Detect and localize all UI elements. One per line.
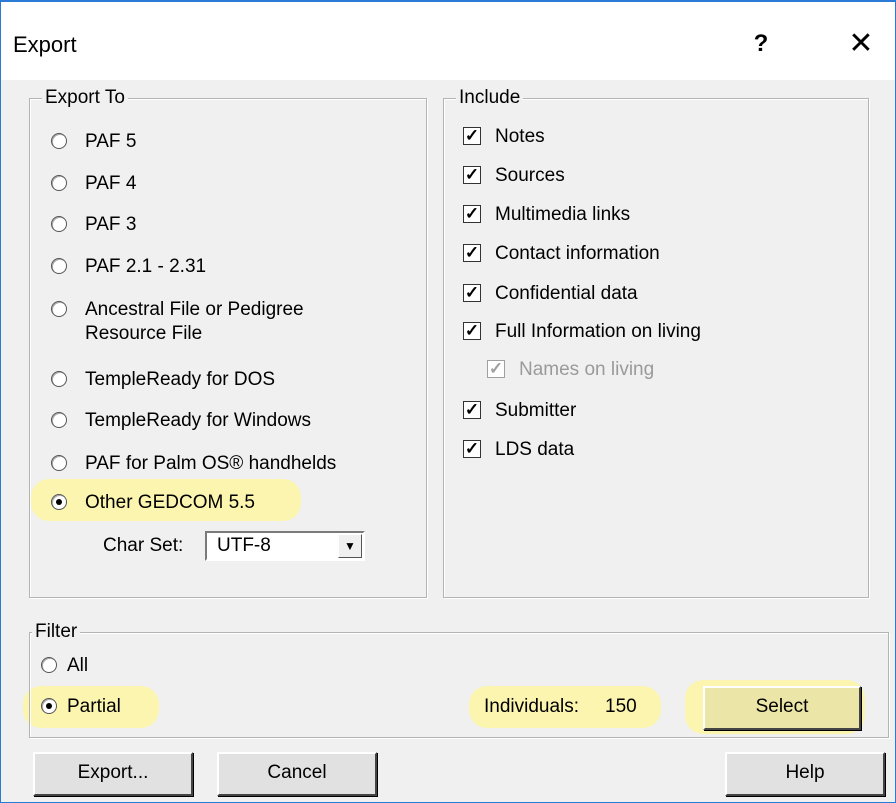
radio-button[interactable] [51,412,67,428]
radio-label: PAF 5 [85,131,137,152]
checkbox-label: Sources [495,165,565,186]
close-icon[interactable]: ✕ [839,24,883,64]
checkmark-icon[interactable]: ✓ [463,166,481,184]
help-button[interactable]: Help [725,752,885,796]
checkbox-label: Submitter [495,400,577,421]
radio-button[interactable] [51,133,67,149]
radio-label-line2: Resource File [85,323,203,344]
chevron-down-icon[interactable]: ▼ [338,534,362,558]
radio-label: TempleReady for DOS [85,369,276,390]
radio-label: Partial [67,696,121,717]
radio-label: Ancestral File or Pedigree [85,299,304,320]
filter-title: Filter [32,620,81,644]
checkmark-icon[interactable]: ✓ [463,322,481,340]
export-button[interactable]: Export... [33,752,193,796]
charset-select[interactable]: UTF-8 ▼ [205,531,365,561]
charset-value: UTF-8 [217,535,271,556]
help-icon[interactable]: ? [739,24,783,64]
include-title: Include [456,86,524,110]
individuals-count: 150 [605,696,637,717]
checkmark-icon[interactable]: ✓ [463,401,481,419]
radio-label: PAF for Palm OS® handhelds [85,453,337,474]
radio-button-selected[interactable] [41,698,57,714]
radio-label: TempleReady for Windows [85,410,311,431]
dialog-title: Export [13,32,77,57]
radio-label: PAF 2.1 - 2.31 [85,256,207,277]
export-to-title: Export To [42,86,128,110]
checkbox-label: Notes [495,126,545,147]
radio-label: All [67,655,89,676]
checkbox-label: Confidential data [495,283,638,304]
checkmark-icon[interactable]: ✓ [463,440,481,458]
radio-label: Other GEDCOM 5.5 [85,492,255,513]
cancel-button[interactable]: Cancel [217,752,377,796]
radio-button-selected[interactable] [51,494,67,510]
radio-button[interactable] [51,216,67,232]
checkbox-label: LDS data [495,439,575,460]
checkbox-label: Names on living [519,359,655,380]
individuals-label: Individuals: [484,696,580,717]
title-bar: Export ? ✕ [1,2,895,80]
radio-button[interactable] [51,175,67,191]
charset-label: Char Set: [103,535,184,556]
export-dialog: Export ? ✕ Export To PAF 5 PAF 4 PAF 3 P… [0,0,896,803]
radio-label: PAF 4 [85,173,137,194]
radio-button[interactable] [41,657,57,673]
checkmark-icon[interactable]: ✓ [463,244,481,262]
checkbox-label: Full Information on living [495,321,701,342]
checkmark-icon[interactable]: ✓ [463,205,481,223]
select-button[interactable]: Select [703,686,861,730]
radio-button[interactable] [51,371,67,387]
checkbox-label: Contact information [495,243,660,264]
checkmark-icon[interactable]: ✓ [463,284,481,302]
checkmark-icon: ✓ [487,359,505,378]
checkbox-label: Multimedia links [495,204,631,225]
radio-button[interactable] [51,258,67,274]
radio-button[interactable] [51,455,67,471]
checkmark-icon[interactable]: ✓ [463,127,481,145]
radio-label: PAF 3 [85,214,137,235]
radio-button[interactable] [51,301,67,317]
